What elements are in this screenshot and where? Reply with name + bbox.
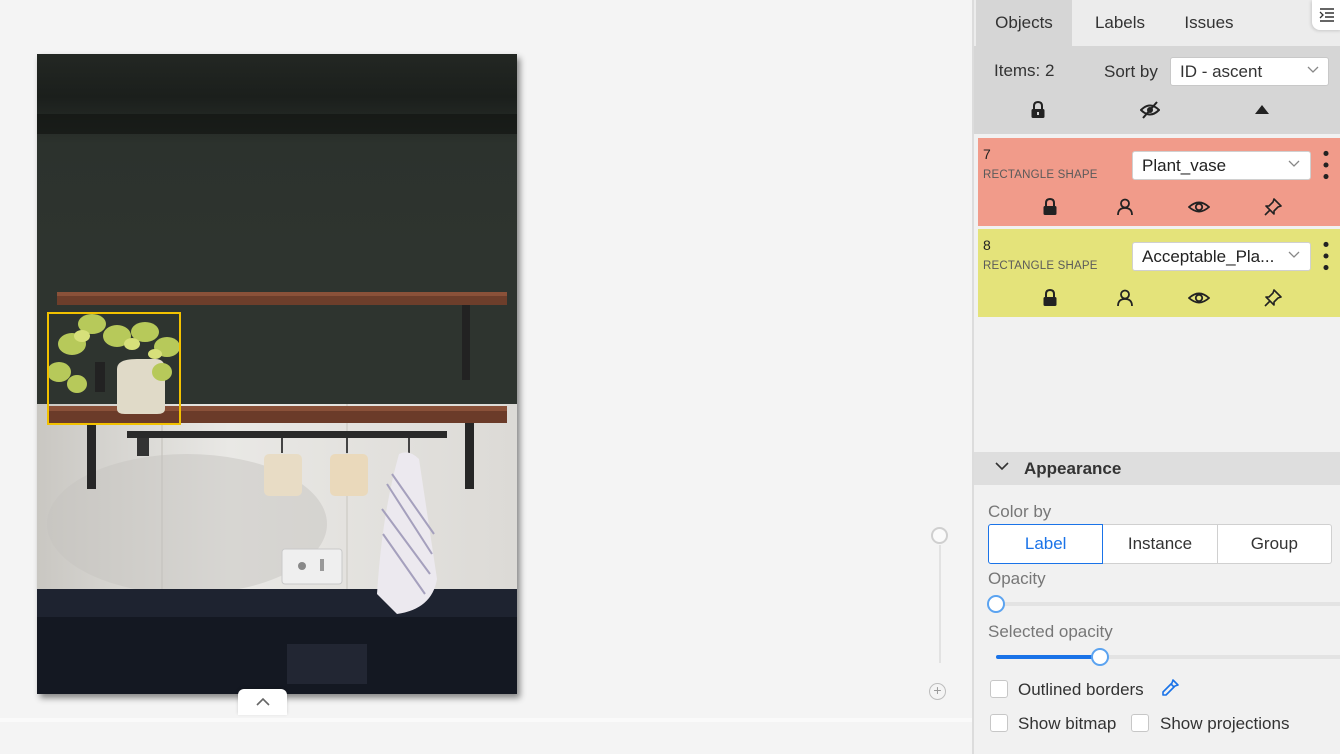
chevron-down-icon bbox=[1307, 66, 1319, 73]
show-projections-checkbox[interactable] bbox=[1131, 714, 1149, 732]
object-id: 8 bbox=[983, 237, 991, 253]
show-bitmap-label: Show bitmap bbox=[1018, 714, 1117, 733]
object-item-8[interactable]: 8 RECTANGLE SHAPE Acceptable_Pla... bbox=[978, 229, 1340, 317]
pin-icon[interactable] bbox=[1264, 289, 1282, 307]
color-by-toggle: Label Instance Group bbox=[988, 524, 1332, 564]
object-type: RECTANGLE SHAPE bbox=[983, 260, 1098, 272]
sidebar-collapse-button[interactable] bbox=[1312, 0, 1340, 30]
zoom-slider-handle[interactable] bbox=[931, 527, 948, 544]
appearance-title: Appearance bbox=[1024, 459, 1122, 478]
object-id: 7 bbox=[983, 146, 991, 162]
pin-icon[interactable] bbox=[1264, 198, 1282, 216]
caret-up-icon[interactable] bbox=[1255, 105, 1269, 114]
eye-off-icon[interactable] bbox=[1140, 101, 1160, 119]
chevron-down-icon bbox=[1288, 251, 1300, 258]
sidebar-tabs: Objects Labels Issues bbox=[974, 0, 1340, 46]
tab-objects[interactable]: Objects bbox=[976, 0, 1072, 46]
object-label-value: Acceptable_Pla... bbox=[1142, 247, 1275, 266]
objects-list-header: Items: 2 Sort by ID - ascent bbox=[974, 46, 1340, 134]
object-type: RECTANGLE SHAPE bbox=[983, 169, 1098, 181]
selected-opacity-slider[interactable] bbox=[996, 655, 1340, 659]
more-vert-icon[interactable] bbox=[1321, 241, 1331, 271]
outlined-borders-checkbox[interactable] bbox=[990, 680, 1008, 698]
appearance-section-header[interactable]: Appearance bbox=[974, 452, 1340, 485]
bottom-strip bbox=[0, 718, 972, 754]
objects-sidebar: Objects Labels Issues Items: 2 Sort by I… bbox=[972, 0, 1340, 754]
more-vert-icon[interactable] bbox=[1321, 150, 1331, 180]
object-item-7[interactable]: 7 RECTANGLE SHAPE Plant_vase bbox=[978, 138, 1340, 226]
lock-icon[interactable] bbox=[1042, 198, 1058, 216]
user-icon[interactable] bbox=[1116, 289, 1134, 307]
color-by-label-option[interactable]: Label bbox=[988, 524, 1104, 564]
opacity-label: Opacity bbox=[988, 569, 1046, 588]
user-icon[interactable] bbox=[1116, 198, 1134, 216]
outlined-borders-label: Outlined borders bbox=[1018, 680, 1144, 699]
expand-panel-button[interactable] bbox=[238, 689, 287, 715]
sort-by-select[interactable]: ID - ascent bbox=[1170, 57, 1329, 86]
chevron-down-icon bbox=[995, 462, 1009, 471]
object-label-select[interactable]: Plant_vase bbox=[1132, 151, 1311, 180]
color-by-group-option[interactable]: Group bbox=[1217, 524, 1332, 564]
object-label-value: Plant_vase bbox=[1142, 156, 1227, 175]
opacity-slider[interactable] bbox=[996, 602, 1340, 606]
tab-labels[interactable]: Labels bbox=[1084, 0, 1156, 46]
show-projections-label: Show projections bbox=[1160, 714, 1290, 733]
tab-issues[interactable]: Issues bbox=[1174, 0, 1244, 46]
lock-all-icon[interactable] bbox=[1030, 101, 1046, 119]
color-by-instance-option[interactable]: Instance bbox=[1103, 524, 1218, 564]
lock-icon[interactable] bbox=[1042, 289, 1058, 307]
items-count: Items: 2 bbox=[994, 61, 1055, 80]
show-bitmap-checkbox[interactable] bbox=[990, 714, 1008, 732]
chevron-up-icon bbox=[255, 697, 270, 706]
opacity-slider-handle[interactable] bbox=[987, 595, 1005, 613]
color-picker-icon[interactable] bbox=[1160, 678, 1180, 698]
eye-icon[interactable] bbox=[1188, 198, 1210, 216]
selected-opacity-slider-handle[interactable] bbox=[1090, 648, 1109, 666]
sidebar-collapse-icon bbox=[1319, 8, 1334, 22]
chevron-down-icon bbox=[1288, 160, 1300, 167]
selected-opacity-label: Selected opacity bbox=[988, 622, 1113, 641]
zoom-slider-track[interactable] bbox=[939, 545, 941, 663]
canvas-area[interactable]: + bbox=[0, 0, 970, 718]
zoom-in-icon[interactable]: + bbox=[929, 683, 946, 700]
object-label-select[interactable]: Acceptable_Pla... bbox=[1132, 242, 1311, 271]
sort-by-label: Sort by bbox=[1104, 62, 1158, 81]
eye-icon[interactable] bbox=[1188, 289, 1210, 307]
sort-by-value: ID - ascent bbox=[1180, 62, 1263, 81]
selected-opacity-slider-fill bbox=[996, 655, 1100, 659]
bounding-box-plant-vase[interactable] bbox=[47, 312, 181, 425]
color-by-label: Color by bbox=[988, 502, 1052, 521]
